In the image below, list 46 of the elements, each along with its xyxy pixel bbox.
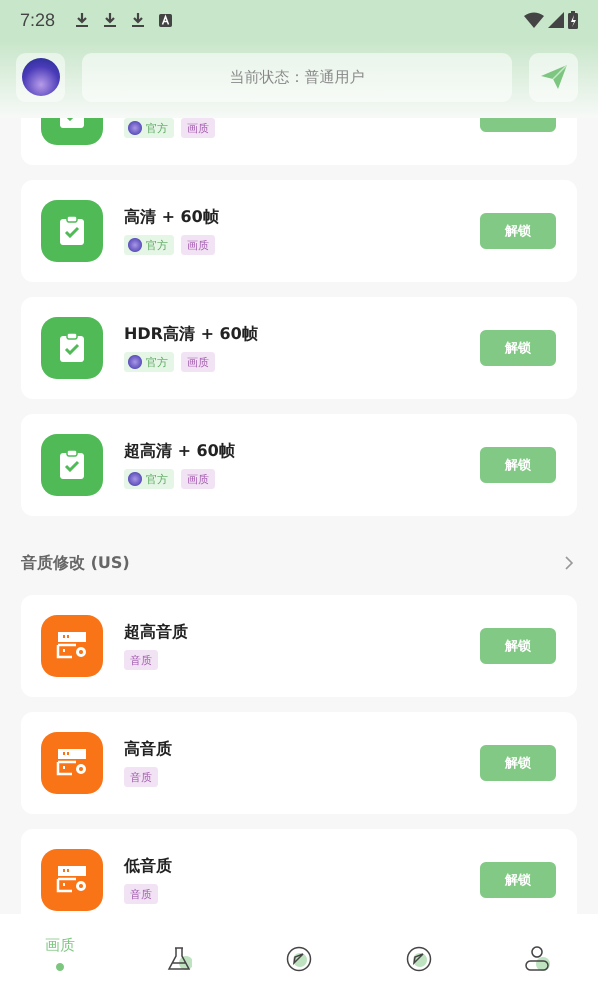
unlock-button[interactable]: 解锁	[480, 330, 556, 366]
download-icon	[131, 12, 146, 28]
unlock-button[interactable]: 解锁	[480, 745, 556, 781]
status-field: 当前状态：普通用户	[82, 52, 512, 102]
battery-charging-icon	[568, 11, 578, 29]
chevron-right-icon	[565, 556, 573, 570]
item-title: 高清 + 60帧	[124, 207, 220, 227]
logo	[22, 58, 60, 96]
tag-label: 官方	[146, 120, 168, 136]
unlock-button[interactable]: 解锁	[480, 447, 556, 483]
unlock-button[interactable]: 解锁	[480, 628, 556, 664]
person-icon	[525, 946, 552, 972]
tag: 音质	[124, 767, 158, 787]
nav-tab[interactable]: 画质	[0, 936, 120, 974]
download-icon	[75, 12, 90, 28]
unlock-button[interactable]: 解锁	[480, 862, 556, 898]
tag: 画质	[181, 235, 215, 255]
tag-label: 官方	[146, 472, 168, 486]
avatar-icon	[128, 472, 142, 486]
unlock-button[interactable]: 解锁	[480, 213, 556, 249]
send-icon	[540, 65, 566, 89]
font-icon	[159, 14, 172, 26]
status-time: 7:28	[20, 10, 56, 30]
flask-icon	[166, 946, 192, 972]
signal-icon	[548, 12, 564, 28]
item-title: HDR高清 + 60帧	[124, 324, 259, 344]
item-title: 低音质	[124, 856, 173, 876]
item-title: 超高清 + 60帧	[124, 441, 236, 461]
tag-label: 官方	[146, 354, 168, 370]
item-title: 高音质	[124, 739, 173, 759]
download-icon	[103, 12, 118, 28]
avatar-icon	[128, 355, 142, 369]
section-title: 音质修改 (US)	[21, 552, 130, 574]
avatar-icon	[128, 121, 142, 135]
tag: 画质	[181, 352, 215, 372]
tag: 画质	[181, 118, 215, 138]
wifi-icon	[524, 12, 544, 28]
active-dot	[56, 963, 64, 971]
compass-icon	[286, 946, 312, 972]
avatar-icon	[128, 238, 142, 252]
tag: 音质	[124, 884, 158, 904]
tag: 画质	[181, 469, 215, 489]
tag-label: 官方	[146, 238, 168, 252]
item-title: 超高音质	[124, 622, 189, 642]
compass-icon	[406, 946, 432, 972]
tag: 音质	[124, 650, 158, 670]
